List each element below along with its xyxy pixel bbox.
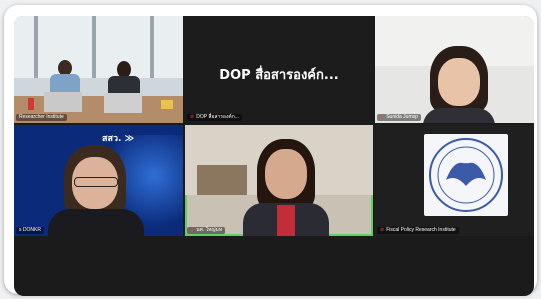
person-face — [438, 58, 480, 106]
screenshot-frame: Researcher Institute DOP สื่อสารองค์ก...… — [4, 5, 537, 296]
window-mullion — [150, 16, 154, 78]
red-cup — [28, 98, 34, 110]
laptop-2 — [104, 93, 142, 113]
participant-tile-6[interactable]: ⊘ Fiscal Policy Research Institute — [375, 125, 534, 236]
participant-name-tag: ⊘ Fiscal Policy Research Institute — [377, 227, 459, 234]
red-top — [277, 205, 295, 236]
person-body — [423, 108, 495, 123]
laptop-1 — [44, 92, 82, 112]
mic-off-icon: ⊘ — [190, 227, 195, 233]
participant-tile-2[interactable]: DOP สื่อสารองค์ก... ⊘ DOP สื่อสารองค์ก... — [185, 16, 373, 123]
participant-name-tag: Researcher Institute — [16, 114, 67, 121]
participant-tile-1[interactable]: Researcher Institute — [14, 16, 183, 123]
participant-name-tag: ⊘ นศ. ใหญ่มห — [187, 227, 226, 234]
participant-name-tag: ⊘ DOP สื่อสารองค์ก... — [187, 114, 242, 121]
video-meeting-window: Researcher Institute DOP สื่อสารองค์ก...… — [14, 16, 534, 296]
window-background — [14, 16, 183, 78]
institute-seal-logo — [429, 138, 503, 212]
participant-name-tag: ⊘ Sunida Jumsp — [377, 114, 421, 121]
mic-off-icon: ⊘ — [380, 114, 385, 120]
participant-tile-5[interactable]: ⊘ นศ. ใหญ่มห — [185, 125, 373, 236]
person-face — [265, 149, 307, 199]
organization-logo: สสว. ≫ — [102, 134, 135, 144]
window-mullion — [34, 16, 38, 78]
organization-seal — [424, 134, 508, 216]
person-body — [48, 209, 144, 236]
participant-tile-4[interactable]: สสว. ≫ s DONKR — [14, 125, 183, 236]
window-mullion — [92, 16, 96, 78]
yellow-box — [161, 100, 173, 109]
mic-off-icon: ⊘ — [190, 114, 195, 120]
participant-tile-3[interactable]: ⊘ Sunida Jumsp — [375, 16, 534, 123]
participant-name-tag: s DONKR — [16, 227, 44, 234]
mic-off-icon: ⊘ — [380, 227, 385, 233]
shelf — [197, 165, 247, 195]
participant-display-name: DOP สื่อสารองค์ก... — [219, 68, 339, 83]
glasses-icon — [74, 177, 118, 187]
